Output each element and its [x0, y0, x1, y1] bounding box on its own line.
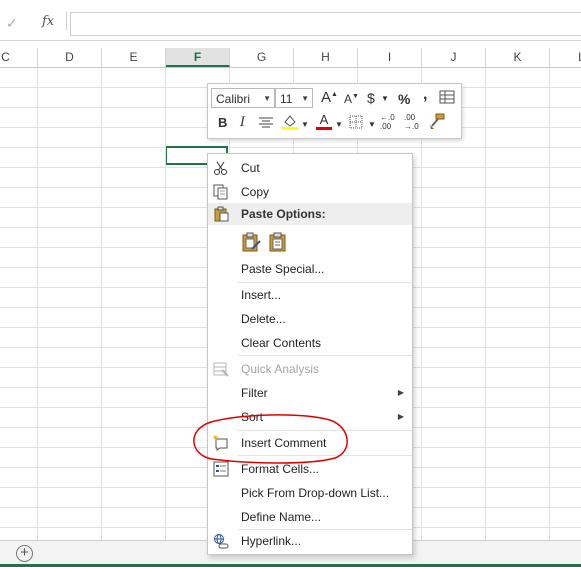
paste-options-header: Paste Options:: [208, 203, 412, 225]
increase-decimal-button[interactable]: ←.0 .00: [380, 113, 400, 131]
shrink-font-icon: A: [344, 92, 353, 106]
menu-item-label: Filter: [241, 386, 268, 400]
menu-item-label: Paste Special...: [241, 262, 325, 276]
font-color-button[interactable]: A: [316, 113, 332, 131]
font-size-value: 11: [280, 92, 293, 106]
chevron-down-icon[interactable]: ▼: [301, 120, 309, 129]
font-color-swatch: [316, 127, 332, 130]
chevron-down-icon: ▼: [301, 94, 309, 103]
column-header-j[interactable]: J: [422, 48, 486, 67]
font-name-dropdown[interactable]: Calibri ▼: [211, 88, 275, 108]
scissors-icon: [213, 160, 229, 176]
comma-style-button[interactable]: ,: [423, 86, 427, 104]
menu-item-quick-analysis: Quick Analysis: [208, 357, 412, 381]
menu-item-clear-contents[interactable]: Clear Contents: [208, 331, 412, 355]
decrease-font-size-button[interactable]: A▼: [344, 92, 359, 106]
align-center-icon[interactable]: [258, 116, 274, 130]
column-header-f[interactable]: F: [166, 48, 230, 67]
mini-toolbar: Calibri ▼ 11 ▼ A▲ A▼ $ ▼ % , B I ▼ A ▼ ▼…: [207, 83, 462, 139]
menu-item-copy[interactable]: Copy: [208, 180, 412, 204]
format-painter-icon[interactable]: [428, 112, 446, 130]
column-headers: CDEFGHIJKL: [0, 48, 581, 68]
column-header-g[interactable]: G: [230, 48, 294, 67]
chevron-right-icon: ▶: [397, 388, 404, 397]
font-size-dropdown[interactable]: 11 ▼: [275, 88, 313, 108]
currency-format-button[interactable]: $: [367, 90, 375, 106]
menu-item-label: Delete...: [241, 312, 286, 326]
enter-check-icon[interactable]: ✓: [6, 15, 18, 32]
italic-button[interactable]: I: [240, 115, 245, 130]
menu-item-filter[interactable]: Filter ▶: [208, 381, 412, 405]
grid-column-line: [165, 68, 166, 540]
excel-window: ✓ fx CDEFGHIJKL + Calibri ▼ 11 ▼ A▲ A▼ $…: [0, 0, 581, 567]
grow-font-icon: A: [321, 89, 332, 106]
chevron-down-icon: ▼: [263, 94, 271, 103]
menu-item-cut[interactable]: Cut: [208, 156, 412, 180]
menu-item-label: Insert...: [241, 288, 282, 302]
increase-font-size-button[interactable]: A▲: [321, 89, 338, 106]
formula-divider: [66, 12, 67, 30]
column-header-l[interactable]: L: [550, 48, 581, 67]
add-sheet-button[interactable]: +: [16, 545, 33, 562]
menu-item-label: Format Cells...: [241, 462, 320, 476]
menu-item-hyperlink[interactable]: Hyperlink...: [208, 529, 412, 553]
clipboard-icon: [213, 206, 229, 222]
menu-item-format-cells[interactable]: Format Cells...: [208, 457, 412, 481]
new-comment-icon: [213, 434, 229, 451]
fill-color-icon[interactable]: [281, 113, 299, 131]
menu-item-label: Hyperlink...: [241, 534, 302, 548]
chevron-right-icon: ▶: [397, 412, 404, 421]
menu-separator: [238, 355, 412, 356]
formula-bar: ✓ fx: [0, 0, 581, 41]
menu-item-sort[interactable]: Sort ▶: [208, 405, 412, 429]
menu-item-paste-special[interactable]: Paste Special...: [208, 257, 412, 281]
context-menu: Cut Copy Paste Options: Paste Special...…: [207, 153, 413, 555]
menu-item-label: Copy: [241, 185, 270, 199]
menu-item-label: Pick From Drop-down List...: [241, 486, 390, 500]
menu-item-define-name[interactable]: Define Name...: [208, 505, 412, 529]
chevron-down-icon[interactable]: ▼: [335, 120, 343, 129]
font-color-icon: A: [319, 112, 329, 127]
insert-function-icon[interactable]: fx: [42, 14, 54, 29]
column-header-c[interactable]: C: [0, 48, 38, 67]
borders-icon[interactable]: [349, 115, 363, 129]
menu-item-label: Cut: [241, 161, 260, 175]
decrease-decimal-button[interactable]: .00 →.0: [404, 113, 424, 131]
menu-item-label: Define Name...: [241, 510, 322, 524]
menu-item-delete[interactable]: Delete...: [208, 307, 412, 331]
column-header-e[interactable]: E: [102, 48, 166, 67]
menu-item-label: Quick Analysis: [241, 362, 320, 376]
percent-style-button[interactable]: %: [398, 91, 410, 107]
menu-item-label: Clear Contents: [241, 336, 322, 350]
column-header-d[interactable]: D: [38, 48, 102, 67]
paste-options-label: Paste Options:: [241, 207, 326, 221]
grid-row-line: [0, 147, 581, 148]
font-name-value: Calibri: [216, 92, 251, 106]
menu-item-label: Sort: [241, 410, 264, 424]
formula-input[interactable]: [70, 12, 581, 36]
bold-button[interactable]: B: [218, 115, 227, 130]
menu-item-insert[interactable]: Insert...: [208, 283, 412, 307]
grid-column-line: [549, 68, 550, 540]
column-header-i[interactable]: I: [358, 48, 422, 67]
paste-values-button[interactable]: [267, 231, 289, 253]
paste-button[interactable]: [240, 231, 262, 253]
copy-icon: [213, 184, 229, 200]
menu-item-label: Insert Comment: [241, 436, 327, 450]
menu-item-pick-from-list[interactable]: Pick From Drop-down List...: [208, 481, 412, 505]
fill-color-swatch: [282, 127, 298, 130]
format-table-icon[interactable]: [439, 89, 455, 105]
grid-column-line: [37, 68, 38, 540]
quick-analysis-icon: [213, 361, 229, 377]
chevron-down-icon[interactable]: ▼: [381, 94, 389, 103]
hyperlink-icon: [213, 533, 229, 549]
grid-column-line: [101, 68, 102, 540]
menu-item-insert-comment[interactable]: Insert Comment: [208, 431, 412, 455]
menu-separator: [238, 455, 412, 456]
chevron-down-icon[interactable]: ▼: [368, 120, 376, 129]
column-header-h[interactable]: H: [294, 48, 358, 67]
column-header-k[interactable]: K: [486, 48, 550, 67]
format-cells-icon: [213, 461, 229, 477]
grid-column-line: [485, 68, 486, 540]
